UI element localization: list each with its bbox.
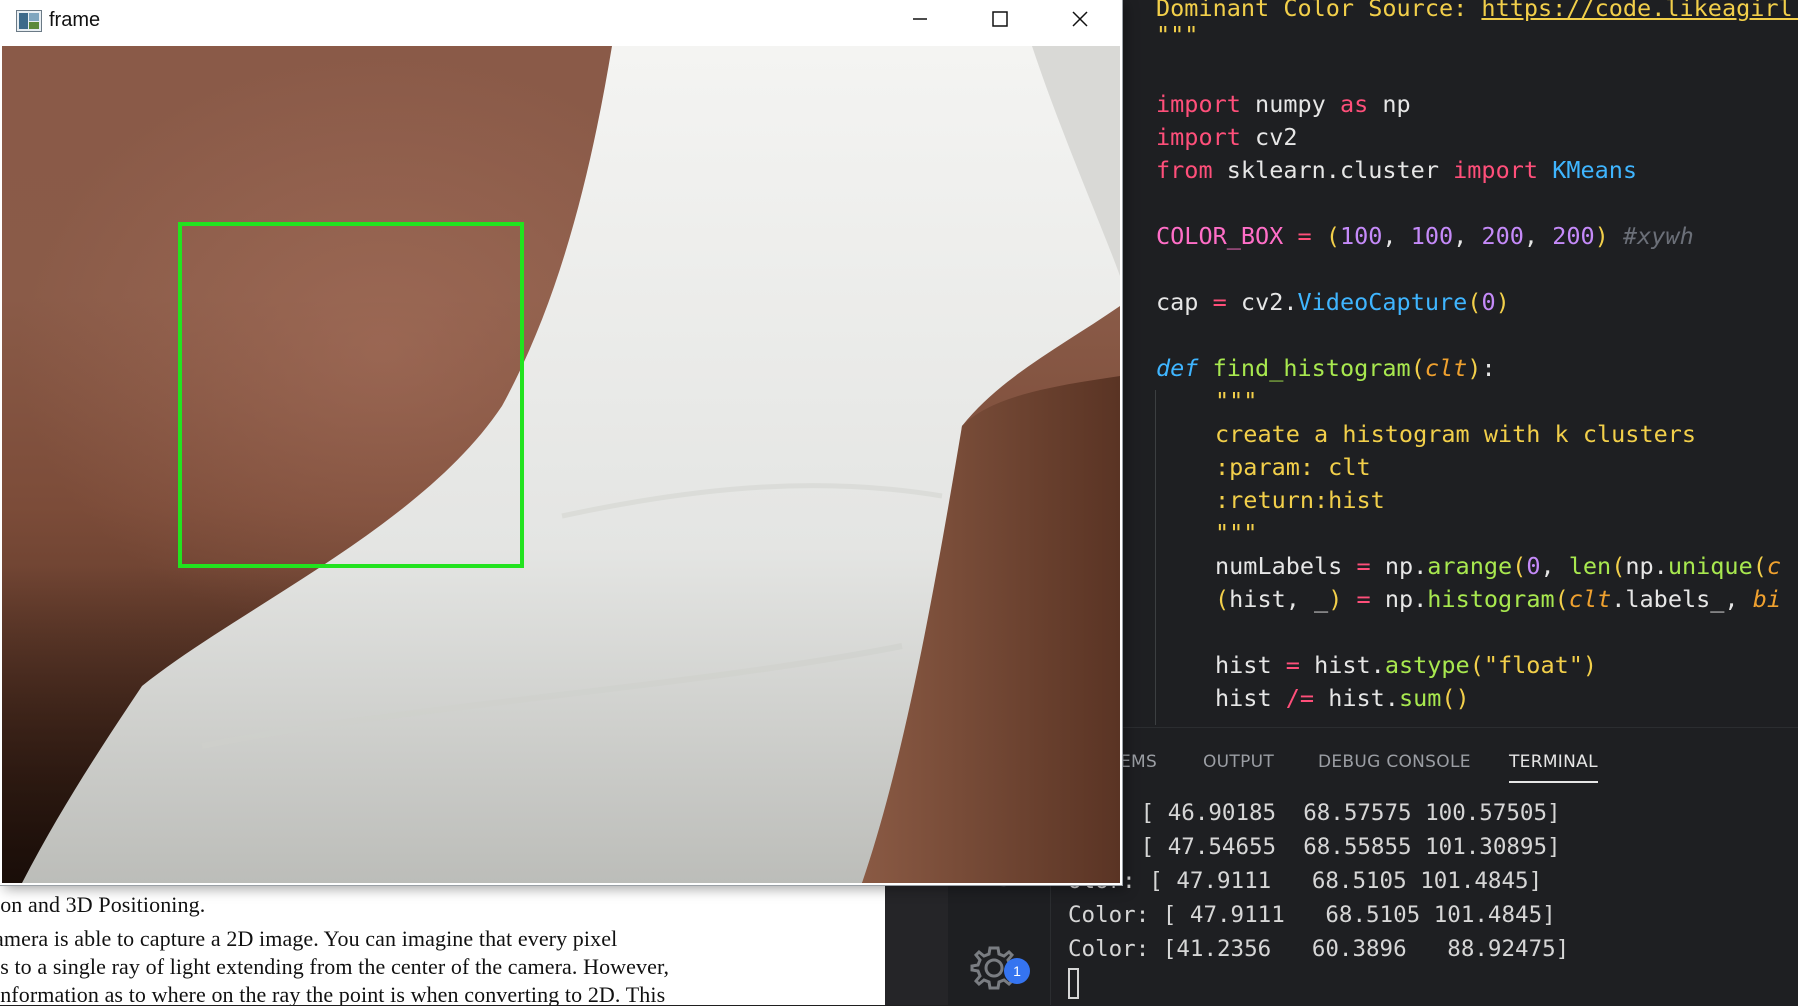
code-line-10: create a histogram with k clusters	[1215, 420, 1697, 448]
terminal-line: olor: [ 47.9111 68.5105 101.4845]	[1068, 868, 1543, 894]
terminal-line: Color: [ 47.9111 68.5105 101.4845]	[1068, 902, 1556, 928]
code-line-6: COLOR_BOX = (100, 100, 200, 200) #xywh	[1156, 222, 1694, 250]
code-line-4: import cv2	[1156, 123, 1298, 151]
minimize-button[interactable]	[880, 0, 960, 40]
code-line-16: hist = hist.astype("float")	[1215, 651, 1598, 679]
code-line-15: (hist, _) = np.histogram(clt.labels_, bi	[1215, 585, 1782, 613]
title-bar[interactable]: frame	[0, 0, 1122, 46]
white-shirt	[2, 46, 1120, 883]
tab-debug-console[interactable]: DEBUG CONSOLE	[1318, 752, 1471, 772]
pdf-document: ion and 3D Positioning. amera is able to…	[0, 880, 885, 1005]
code-line-13: """	[1215, 519, 1258, 547]
code-line-8: def find_histogram(clt):	[1156, 354, 1496, 382]
code-editor[interactable]: Dominant Color Source: https://code.like…	[1120, 0, 1798, 727]
maximize-button[interactable]	[960, 0, 1040, 40]
tab-terminal[interactable]: TERMINAL	[1509, 752, 1598, 783]
bottom-panel: EMS OUTPUT DEBUG CONSOLE TERMINAL r: [ 4…	[1050, 727, 1798, 1006]
indent-guide	[1155, 390, 1156, 725]
close-button[interactable]	[1040, 0, 1120, 40]
terminal-line: Color: [41.2356 60.3896 88.92475]	[1068, 936, 1570, 962]
app-icon	[16, 10, 42, 32]
doc-line: ls to a single ray of light extending fr…	[0, 954, 670, 979]
code-line-11: :param: clt	[1215, 453, 1371, 481]
code-line-2: """	[1156, 21, 1199, 49]
tab-output[interactable]: OUTPUT	[1203, 752, 1274, 772]
camera-feed	[2, 46, 1120, 883]
code-line-12: :return:hist	[1215, 486, 1385, 514]
frame-window[interactable]: frame	[0, 0, 1122, 885]
tab-problems[interactable]: EMS	[1120, 752, 1157, 772]
code-line-3: import numpy as np	[1156, 90, 1411, 118]
code-line-1: Dominant Color Source: https://code.like…	[1156, 0, 1798, 22]
doc-line: amera is able to capture a 2D image. You…	[0, 926, 618, 951]
color-sample-box	[178, 222, 524, 568]
code-line-5: from sklearn.cluster import KMeans	[1156, 156, 1638, 184]
terminal-line: r: [ 47.54655 68.55855 101.30895]	[1100, 834, 1561, 860]
window-title: frame	[49, 9, 101, 31]
notification-badge: 1	[1004, 958, 1030, 984]
terminal-line: r: [ 46.90185 68.57575 100.57505]	[1100, 800, 1561, 826]
doc-line: information as to where on the ray the p…	[0, 982, 666, 1005]
code-line-7: cap = cv2.VideoCapture(0)	[1156, 288, 1510, 316]
terminal-cursor[interactable]	[1068, 968, 1079, 999]
code-line-9: """	[1215, 387, 1258, 415]
code-line-14: numLabels = np.arange(0, len(np.unique(c	[1215, 552, 1782, 580]
panel-tab-bar: EMS OUTPUT DEBUG CONSOLE TERMINAL	[1050, 728, 1798, 784]
editor-sidebar-gap	[885, 880, 948, 1005]
doc-line: ion and 3D Positioning.	[0, 892, 206, 917]
code-line-17: hist /= hist.sum()	[1215, 684, 1470, 712]
